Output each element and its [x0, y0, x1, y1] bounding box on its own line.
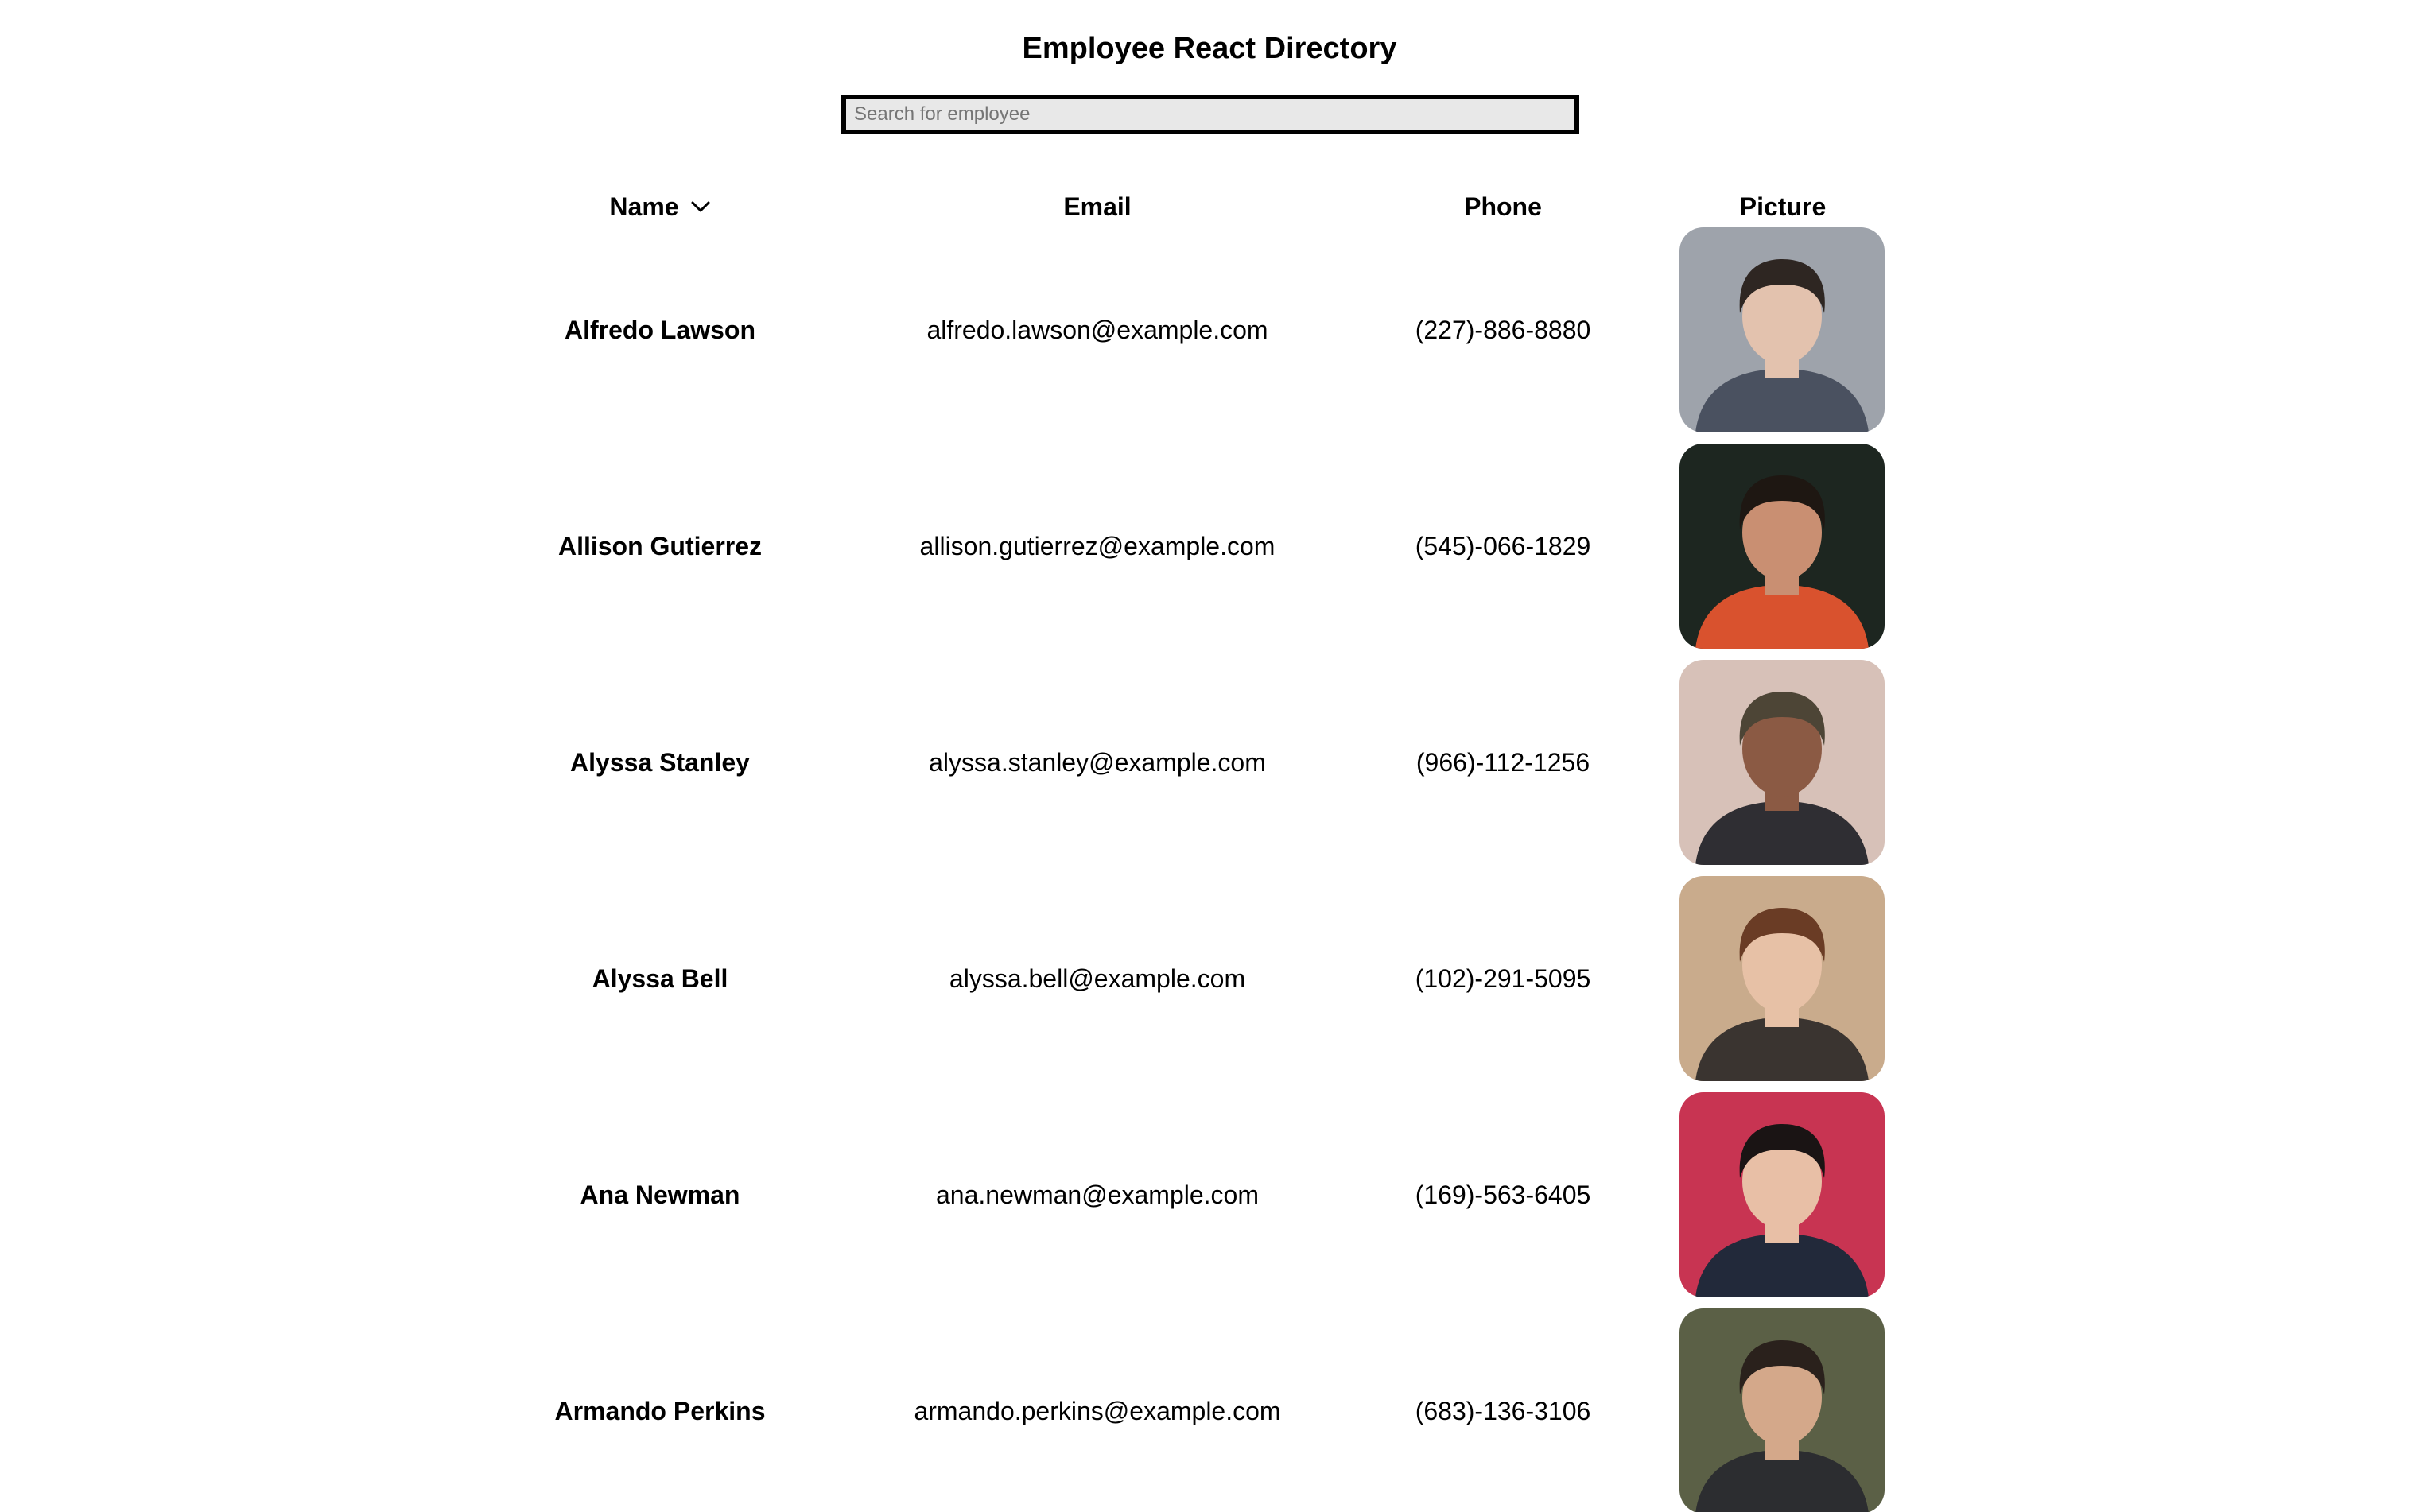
- employee-name: Allison Gutierrez: [557, 532, 763, 560]
- employee-phone: (966)-112-1256: [1415, 748, 1590, 777]
- employee-email: alyssa.stanley@example.com: [929, 748, 1266, 777]
- table-row: Armando Perkins armando.perkins@example.…: [0, 1308, 2419, 1512]
- employee-photo: [1679, 660, 1885, 865]
- employee-photo: [1679, 1092, 1885, 1297]
- page-title: Employee React Directory: [1022, 32, 1397, 65]
- employee-email: allison.gutierrez@example.com: [919, 532, 1276, 560]
- employee-name: Alfredo Lawson: [564, 316, 755, 344]
- employee-email: ana.newman@example.com: [935, 1181, 1259, 1209]
- employee-email: alfredo.lawson@example.com: [926, 316, 1268, 344]
- header-phone: Phone: [1464, 192, 1542, 221]
- employee-email: alyssa.bell@example.com: [949, 964, 1246, 993]
- header-picture: Picture: [1739, 192, 1827, 221]
- table-row: Alyssa Bell alyssa.bell@example.com (102…: [0, 876, 2419, 1092]
- employee-phone: (683)-136-3106: [1415, 1397, 1591, 1425]
- employee-email: armando.perkins@example.com: [914, 1397, 1281, 1425]
- employee-name: Ana Newman: [580, 1181, 740, 1209]
- employee-directory-app: Employee React Directory Name Email Phon…: [0, 0, 2419, 1512]
- header-email: Email: [1063, 192, 1132, 221]
- header-name[interactable]: Name: [509, 183, 811, 231]
- employee-name: Armando Perkins: [554, 1397, 766, 1425]
- employee-phone: (545)-066-1829: [1415, 532, 1591, 560]
- employee-photo: [1679, 227, 1885, 432]
- employee-name: Alyssa Stanley: [570, 748, 750, 777]
- table-row: Allison Gutierrez allison.gutierrez@exam…: [0, 444, 2419, 660]
- employee-phone: (169)-563-6405: [1415, 1181, 1591, 1209]
- sort-by-name-button[interactable]: Name: [609, 183, 710, 231]
- table-row: Ana Newman ana.newman@example.com (169)-…: [0, 1092, 2419, 1308]
- search-input[interactable]: [841, 95, 1579, 134]
- employee-phone: (227)-886-8880: [1415, 316, 1591, 344]
- table-row: Alfredo Lawson alfredo.lawson@example.co…: [0, 227, 2419, 444]
- chevron-down-icon: [691, 201, 710, 212]
- employee-photo: [1679, 444, 1885, 649]
- employee-phone: (102)-291-5095: [1415, 964, 1591, 993]
- table-row: Alyssa Stanley alyssa.stanley@example.co…: [0, 660, 2419, 876]
- employee-name: Alyssa Bell: [592, 964, 728, 993]
- header-name-label: Name: [609, 192, 679, 221]
- employee-photo: [1679, 1308, 1885, 1512]
- employee-photo: [1679, 876, 1885, 1081]
